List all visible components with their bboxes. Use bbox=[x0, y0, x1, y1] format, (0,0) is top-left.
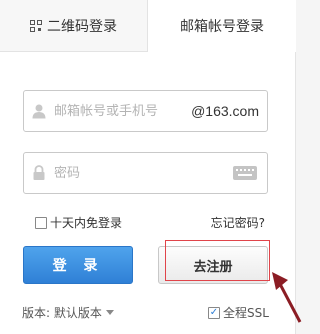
remember-label: 十天内免登录 bbox=[50, 216, 123, 230]
ssl-checkbox[interactable]: ✓ bbox=[208, 306, 220, 319]
login-panel: 二维码登录 邮箱帐号登录 @163.com 十天内免登录 忘记密码? 登 bbox=[0, 0, 296, 334]
lock-icon bbox=[24, 153, 54, 193]
chevron-down-icon bbox=[105, 310, 114, 315]
qr-code-icon bbox=[30, 19, 42, 32]
username-field: @163.com bbox=[23, 90, 268, 132]
password-field bbox=[23, 152, 268, 194]
version-selector[interactable]: 版本: 默认版本 bbox=[22, 304, 114, 321]
ssl-option[interactable]: ✓ 全程SSL bbox=[208, 304, 269, 321]
tab-qr-login[interactable]: 二维码登录 bbox=[0, 0, 148, 52]
username-input[interactable] bbox=[54, 91, 192, 131]
email-domain-suffix: @163.com bbox=[191, 103, 259, 119]
tab-qr-label: 二维码登录 bbox=[47, 18, 117, 35]
password-input[interactable] bbox=[54, 153, 233, 193]
version-label: 版本: 默认版本 bbox=[22, 306, 102, 320]
user-icon bbox=[24, 91, 54, 131]
login-tabs: 二维码登录 邮箱帐号登录 bbox=[0, 0, 296, 52]
forgot-password-link[interactable]: 忘记密码? bbox=[211, 214, 265, 231]
login-button[interactable]: 登 录 bbox=[23, 246, 133, 284]
tab-mail-login[interactable]: 邮箱帐号登录 bbox=[148, 0, 296, 52]
tab-mail-label: 邮箱帐号登录 bbox=[180, 19, 264, 35]
ssl-label: 全程SSL bbox=[223, 306, 269, 320]
remember-checkbox[interactable] bbox=[35, 216, 47, 229]
keyboard-icon[interactable] bbox=[233, 166, 257, 180]
remember-me[interactable]: 十天内免登录 bbox=[35, 214, 122, 231]
register-button[interactable]: 去注册 bbox=[158, 246, 268, 284]
